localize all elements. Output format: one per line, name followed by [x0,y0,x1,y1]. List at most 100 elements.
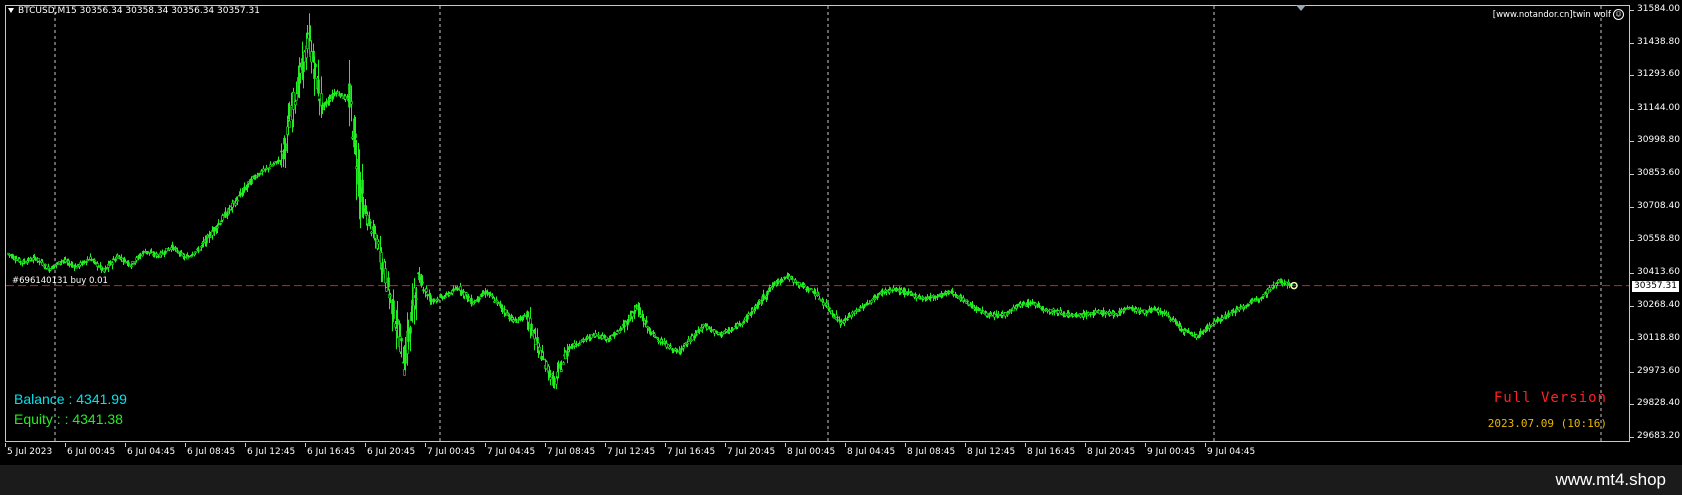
candle-body [384,268,387,284]
candle-body [385,287,388,292]
candle-body [1102,310,1105,314]
chart-title: BTCUSD,M15 30356.34 30358.34 30356.34 30… [8,6,260,16]
time-tick [5,443,6,447]
chart-window[interactable]: BTCUSD,M15 30356.34 30358.34 30356.34 30… [0,0,1682,465]
candle-body [686,342,689,345]
candle-body [99,265,102,268]
candle-body [489,293,492,296]
time-tick [965,443,966,447]
candle-body [1034,302,1037,306]
time-tick [1085,443,1086,447]
candle-body [876,295,879,299]
candle-body [1243,306,1246,309]
candle-body [615,333,618,335]
candle-body [1228,314,1231,316]
candle-body [914,294,917,296]
price-tick-mark [1630,305,1634,307]
price-scale[interactable]: 31584.00 31438.80 31293.60 31144.00 30998.80… [1630,4,1682,442]
time-tick-label: 6 Jul 12:45 [247,447,296,457]
candle-body [1146,310,1149,313]
chart-shift-marker-icon[interactable] [1296,5,1306,11]
candle-body [1240,306,1243,310]
candle-body [295,93,298,101]
candle-body [172,246,175,251]
candle-body [1225,315,1228,318]
candle-body [1120,309,1123,312]
candle-body [542,358,545,361]
time-scale[interactable]: 5 Jul 2023 6 Jul 00:45 6 Jul 04:45 6 Jul 08… [0,443,1630,465]
candle-body [1217,318,1220,322]
candle-body [387,277,390,288]
indicator-watermark: [www.notandor.cn]twin wolf ☺ [1493,9,1624,20]
candle-body [515,321,518,323]
candle-body [47,266,50,269]
candle-body [1094,310,1097,314]
candle-body [562,362,565,365]
candle-body [85,261,88,263]
candle-body [1273,282,1276,286]
time-tick-label: 7 Jul 08:45 [547,447,596,457]
candle-body [1176,324,1179,327]
candle-body [340,93,343,97]
time-tick [365,443,366,447]
time-tick [125,443,126,447]
candle-body [1098,310,1101,314]
candle-body [268,167,271,170]
time-tick [785,443,786,447]
candle-body [803,284,806,287]
candle-body [1083,312,1086,315]
candle-body [825,303,828,306]
candle-body [112,258,115,261]
candle-body [1206,326,1209,330]
candle-body [474,300,477,303]
candle-body [501,307,504,310]
candle-body [1247,303,1250,307]
price-tick-mark [1630,108,1634,110]
candle-body [71,264,74,267]
candle-body [986,315,989,318]
candle-body [75,266,78,269]
price-tick-mark [1630,141,1634,143]
full-version-text: Full Version [1493,390,1607,406]
candle-body [30,260,33,262]
candle-body [1264,292,1267,294]
candle-body [504,309,507,314]
time-tick [545,443,546,447]
candle-body [146,250,149,254]
candle-body [41,262,44,266]
candle-body [1266,289,1269,294]
time-tick-label: 8 Jul 04:45 [847,447,896,457]
candle-body [1124,308,1127,310]
candle-body [1104,313,1107,316]
candle-body [101,267,104,270]
candle-body [202,241,205,244]
time-tick [65,443,66,447]
candle-body [1187,330,1190,334]
chart-menu-arrow-icon[interactable] [8,8,14,13]
candle-body [1137,308,1140,311]
symbol-line: BTCUSD,M15 30356.34 30358.34 30356.34 30… [18,6,260,16]
candle-body [425,288,428,292]
candle-body [124,261,127,264]
order-label[interactable]: #696140131 buy 0.01 [12,276,108,286]
candle-body [1172,319,1175,322]
time-tick [845,443,846,447]
watermark-text: [www.notandor.cn]twin wolf [1492,10,1611,20]
candle-body [90,258,93,261]
price-tick-mark [1630,206,1634,208]
candle-body [226,213,229,216]
candle-body [817,293,820,296]
footer-bar: www.mt4.shop [0,465,1682,495]
candlestick-chart[interactable] [0,0,1682,465]
candle-body [168,248,171,250]
candle-body [1281,283,1284,285]
time-tick [1145,443,1146,447]
candle-body [83,261,86,263]
candle-body [224,211,227,218]
candle-body [280,150,283,153]
candle-body [250,178,253,185]
price-tick-mark [1630,75,1634,77]
candle-body [536,337,539,342]
candle-body [1221,317,1224,320]
candle-body [971,304,974,308]
